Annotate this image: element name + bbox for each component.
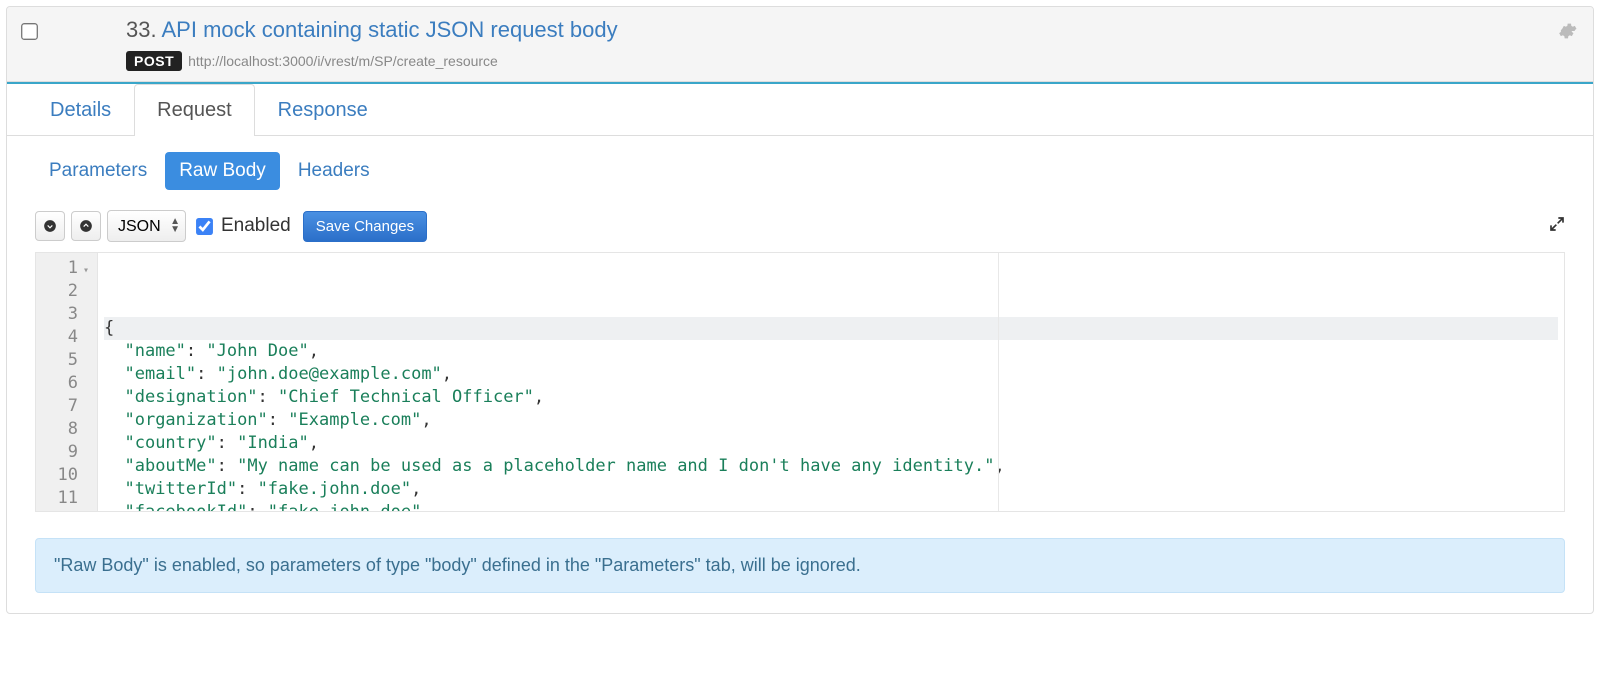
print-margin	[998, 253, 999, 511]
gear-icon[interactable]	[1557, 17, 1577, 47]
move-down-button[interactable]	[35, 211, 65, 241]
code-editor[interactable]: 1▾234567891011 { "name": "John Doe", "em…	[35, 252, 1565, 512]
http-method-badge: POST	[126, 51, 182, 71]
tab-request[interactable]: Request	[134, 84, 255, 136]
expand-icon[interactable]	[1549, 216, 1565, 237]
subtab-parameters[interactable]: Parameters	[35, 152, 161, 190]
subtab-raw-body[interactable]: Raw Body	[165, 152, 280, 190]
test-title-link[interactable]: API mock containing static JSON request …	[162, 17, 618, 42]
info-alert: "Raw Body" is enabled, so parameters of …	[35, 538, 1565, 593]
enabled-checkbox[interactable]	[196, 218, 213, 235]
editor-toolbar: JSON ▲▼ Enabled Save Changes	[7, 196, 1593, 252]
enabled-label: Enabled	[221, 215, 291, 237]
tab-details[interactable]: Details	[27, 84, 134, 136]
panel-header: 33. API mock containing static JSON requ…	[7, 7, 1593, 82]
editor-code[interactable]: { "name": "John Doe", "email": "john.doe…	[98, 253, 1564, 511]
subtab-headers[interactable]: Headers	[284, 152, 384, 190]
move-up-button[interactable]	[71, 211, 101, 241]
save-button[interactable]: Save Changes	[303, 211, 427, 242]
select-checkbox[interactable]	[21, 23, 38, 40]
test-number: 33.	[126, 17, 157, 42]
tab-response[interactable]: Response	[255, 84, 391, 136]
main-tabs: Details Request Response	[7, 84, 1593, 136]
body-format-select[interactable]: JSON	[107, 210, 186, 242]
request-subtabs: Parameters Raw Body Headers	[7, 136, 1593, 196]
editor-gutter: 1▾234567891011	[36, 253, 98, 511]
request-url: http://localhost:3000/i/vrest/m/SP/creat…	[188, 53, 498, 69]
test-title-row: 33. API mock containing static JSON requ…	[126, 17, 1557, 43]
test-case-panel: 33. API mock containing static JSON requ…	[6, 6, 1594, 614]
